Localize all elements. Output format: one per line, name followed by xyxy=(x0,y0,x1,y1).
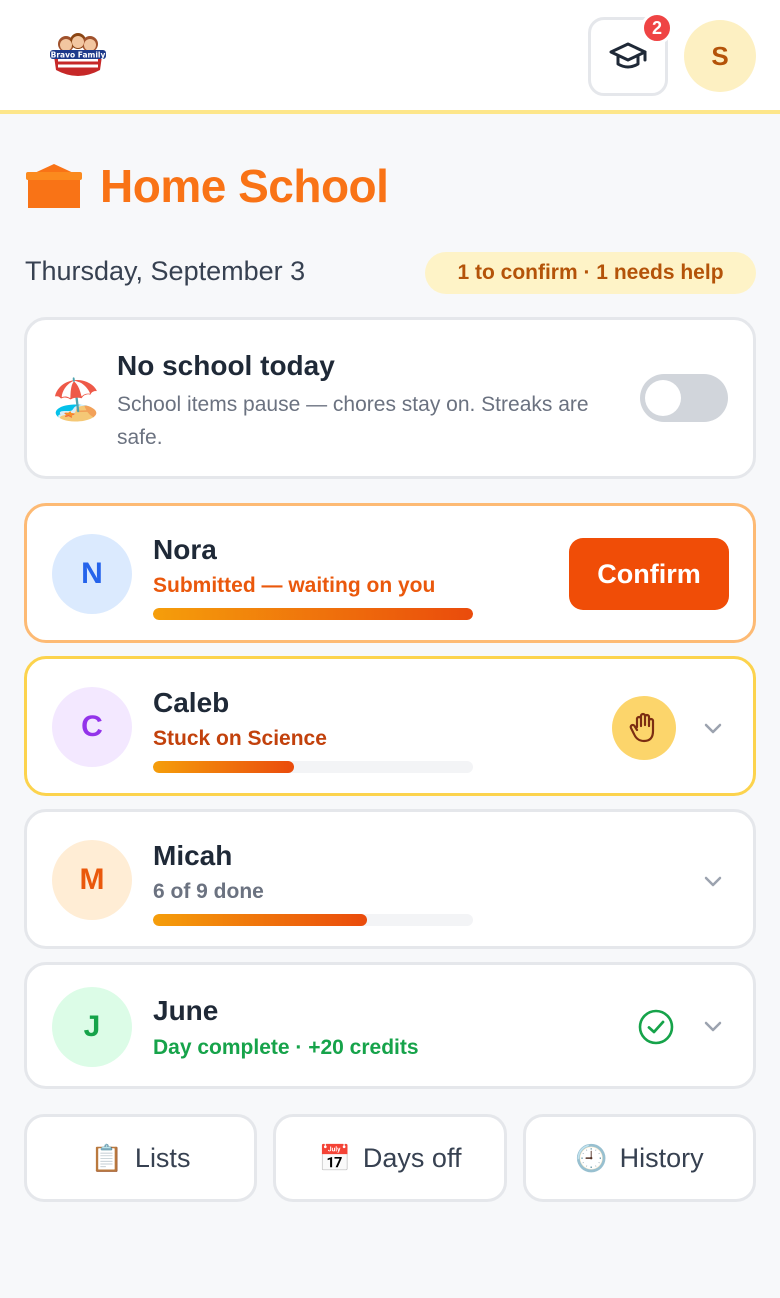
history-button[interactable]: 🕘 History xyxy=(523,1114,756,1202)
logo-text: Bravo Family xyxy=(51,51,106,60)
kid-status: Day complete · +20 credits xyxy=(153,1036,419,1059)
page-title: Home School xyxy=(100,160,389,212)
summary-pill: 1 to confirm · 1 needs help xyxy=(425,252,756,294)
lists-label: Lists xyxy=(134,1142,191,1173)
kid-status: Submitted — waiting on you xyxy=(153,574,436,597)
calendar-icon: 📅 xyxy=(318,1142,351,1173)
progress-bar xyxy=(153,914,473,926)
chevron-down-icon[interactable] xyxy=(699,715,727,743)
kid-status: 6 of 9 done xyxy=(153,880,264,903)
progress-fill xyxy=(153,608,473,620)
clock-icon: 🕘 xyxy=(575,1142,608,1173)
kid-name: Nora xyxy=(153,534,217,565)
no-school-subtitle: School items pause — chores stay on. Str… xyxy=(117,393,589,449)
avatar: N xyxy=(52,534,132,614)
days-off-button[interactable]: 📅 Days off xyxy=(273,1114,507,1202)
kid-name: Caleb xyxy=(153,687,230,718)
kid-name: June xyxy=(153,995,219,1026)
lists-button[interactable]: 📋 Lists xyxy=(24,1114,257,1202)
no-school-toggle[interactable] xyxy=(640,374,728,422)
chevron-down-icon[interactable] xyxy=(699,1013,727,1041)
clipboard-icon: 📋 xyxy=(90,1142,123,1173)
kid-name: Micah xyxy=(153,840,233,871)
days-off-label: Days off xyxy=(362,1142,462,1173)
kid-card-micah[interactable]: M Micah 6 of 9 done xyxy=(24,809,756,949)
kid-card-caleb[interactable]: C Caleb Stuck on Science xyxy=(24,656,756,796)
user-avatar[interactable]: S xyxy=(684,20,756,92)
help-request-button[interactable] xyxy=(612,696,676,760)
top-bar: Bravo Family 2 S xyxy=(0,0,780,114)
avatar: C xyxy=(52,687,132,767)
progress-bar xyxy=(153,608,473,620)
no-school-card: 🏖️ No school today School items pause — … xyxy=(24,317,756,479)
page-title-row: Home School xyxy=(24,156,389,216)
kid-card-nora[interactable]: N Nora Submitted — waiting on you Confir… xyxy=(24,503,756,643)
current-date: Thursday, September 3 xyxy=(25,256,306,286)
kid-status: Stuck on Science xyxy=(153,727,327,750)
notification-badge: 2 xyxy=(641,12,673,44)
no-school-title: No school today xyxy=(117,350,335,381)
avatar: M xyxy=(52,840,132,920)
avatar: J xyxy=(52,987,132,1067)
check-circle-icon xyxy=(638,1009,674,1045)
confirm-button[interactable]: Confirm xyxy=(569,538,729,610)
bravo-family-logo[interactable]: Bravo Family xyxy=(46,30,110,80)
history-label: History xyxy=(619,1142,704,1173)
hand-raised-icon xyxy=(629,712,655,743)
graduation-cap-icon xyxy=(609,42,647,68)
toggle-knob xyxy=(645,380,681,416)
beach-umbrella-icon: 🏖️ xyxy=(51,378,101,422)
kid-card-june[interactable]: J June Day complete · +20 credits xyxy=(24,962,756,1089)
progress-fill xyxy=(153,761,294,773)
progress-fill xyxy=(153,914,368,926)
chevron-down-icon[interactable] xyxy=(699,868,727,896)
school-house-icon xyxy=(26,164,82,208)
progress-bar xyxy=(153,761,473,773)
